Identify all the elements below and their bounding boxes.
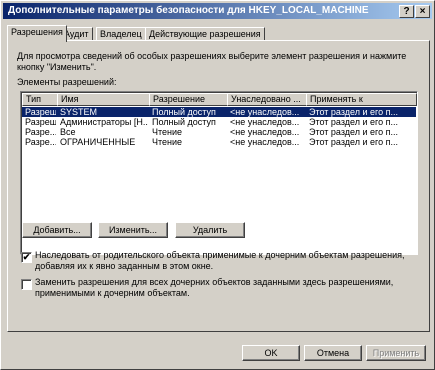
close-button[interactable]: × [415,5,430,18]
cell-apply-to: Этот раздел и его п... [309,107,398,117]
replace-checkbox[interactable] [21,279,32,290]
tab-effective-permissions[interactable]: Действующие разрешения [145,27,265,41]
table-row[interactable]: Разреше... SYSTEM Полный доступ <не унас… [22,107,416,117]
cell-apply-to: Этот раздел и его п... [309,137,398,147]
cell-apply-to: Этот раздел и его п... [309,117,398,127]
replace-checkbox-label[interactable]: Заменить разрешения для всех дочерних об… [35,277,410,299]
permissions-panel: Для просмотра сведений об особых разреше… [7,40,430,332]
cell-name: Все [60,127,76,137]
remove-button[interactable]: Удалить [175,222,245,238]
table-row[interactable]: Разреше... Администраторы [Н... Полный д… [22,117,416,127]
window-title: Дополнительные параметры безопасности дл… [8,5,369,16]
cell-name: Администраторы [Н... [60,117,148,127]
cell-permission: Полный доступ [152,107,216,117]
cell-type: Разре... [25,137,56,147]
list-label: Элементы разрешений: [17,77,117,87]
cell-permission: Чтение [152,127,183,137]
tab-owner[interactable]: Владелец [96,27,146,41]
column-header-inherited[interactable]: Унаследовано ... [227,93,307,106]
column-header-apply-to[interactable]: Применять к [306,93,417,106]
advanced-security-dialog: Дополнительные параметры безопасности дл… [0,0,435,370]
cell-type: Разреше... [25,117,56,127]
column-header-name[interactable]: Имя [57,93,150,106]
column-header-permission[interactable]: Разрешение [149,93,228,106]
add-button[interactable]: Добавить... [22,222,92,238]
cell-inherited: <не унаследов... [230,127,300,137]
cancel-button[interactable]: Отмена [304,345,362,361]
cell-inherited: <не унаследов... [230,137,300,147]
inherit-checkbox[interactable]: ✔ [21,252,32,263]
cell-type: Разре... [25,127,56,137]
inherit-checkbox-label[interactable]: Наследовать от родительского объекта при… [35,250,410,272]
cell-inherited: <не унаследов... [230,117,300,127]
column-header-type[interactable]: Тип [22,93,58,106]
ok-button[interactable]: OK [242,345,300,361]
cell-name: ОГРАНИЧЕННЫЕ [60,137,136,147]
cell-permission: Чтение [152,137,183,147]
edit-button[interactable]: Изменить... [98,222,168,238]
cell-type: Разреше... [25,107,56,117]
table-row[interactable]: Разре... ОГРАНИЧЕННЫЕ Чтение <не унаслед… [22,137,416,147]
help-button[interactable]: ? [399,5,414,18]
tab-permissions[interactable]: Разрешения [7,25,67,42]
cell-inherited: <не унаследов... [230,107,300,117]
description-text: Для просмотра сведений об особых разреше… [17,51,407,72]
cell-permission: Полный доступ [152,117,216,127]
cell-name: SYSTEM [60,107,98,117]
table-row[interactable]: Разре... Все Чтение <не унаследов... Это… [22,127,416,137]
cell-apply-to: Этот раздел и его п... [309,127,398,137]
table-header: Тип Имя Разрешение Унаследовано ... Прим… [22,93,417,106]
apply-button[interactable]: Применить [366,345,426,361]
title-bar[interactable]: Дополнительные параметры безопасности дл… [3,3,432,19]
